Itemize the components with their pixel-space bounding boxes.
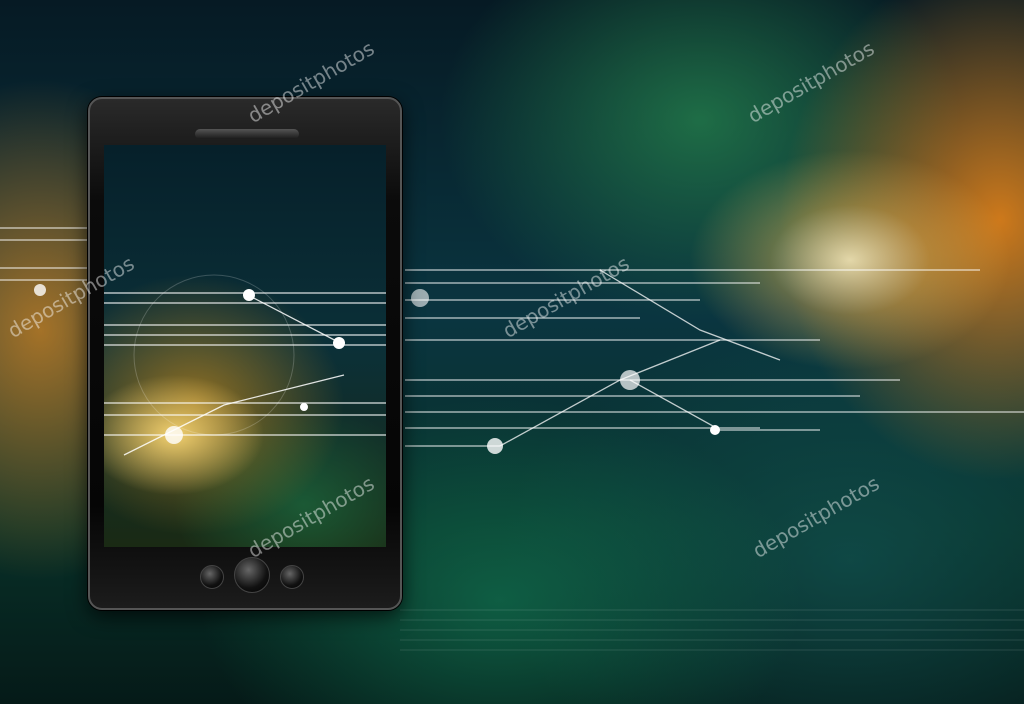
smartphone [88, 97, 402, 610]
phone-screen [104, 145, 386, 547]
screen-light-lines [104, 274, 386, 456]
speaker-slot [195, 129, 299, 139]
left-button[interactable] [200, 565, 224, 589]
home-button[interactable] [234, 557, 270, 593]
right-button[interactable] [280, 565, 304, 589]
